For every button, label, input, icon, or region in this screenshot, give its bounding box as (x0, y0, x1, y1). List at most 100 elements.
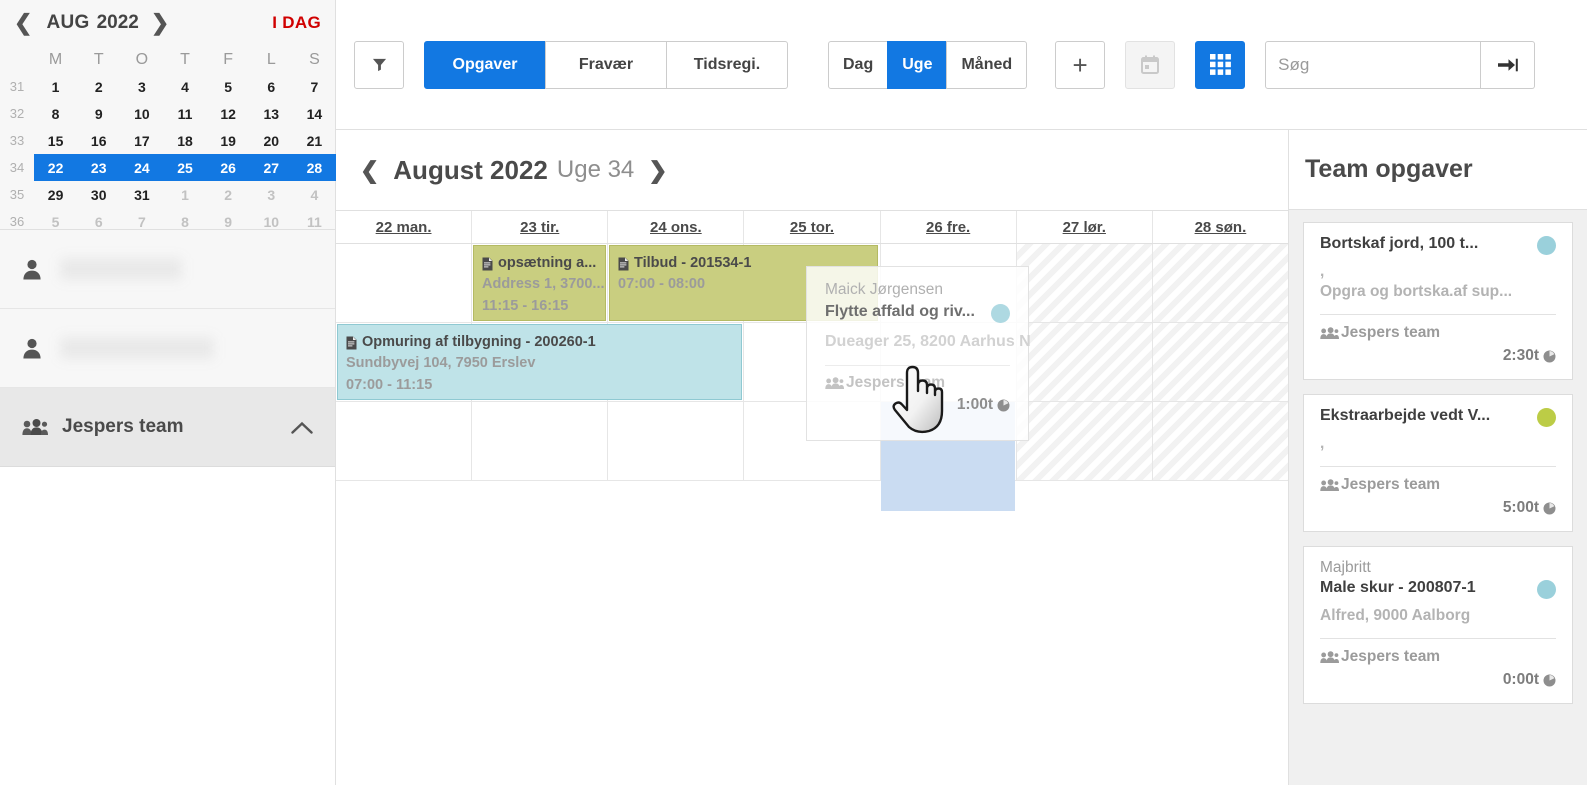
mini-calendar-day[interactable]: 2 (77, 73, 120, 100)
mini-calendar-week-row[interactable]: 311234567 (0, 73, 336, 100)
mini-calendar-day[interactable]: 10 (120, 100, 163, 127)
day-header-0[interactable]: 22 man. (336, 211, 472, 243)
day-header-1[interactable]: 23 tir. (472, 211, 608, 243)
week-number-cell[interactable]: 35 (0, 181, 34, 208)
mini-calendar-day[interactable]: 7 (293, 73, 336, 100)
mini-calendar-week-row[interactable]: 32891011121314 (0, 100, 336, 127)
mini-calendar-day[interactable]: 16 (77, 127, 120, 154)
mini-calendar-day[interactable]: 3 (120, 73, 163, 100)
team-task-card[interactable]: Ekstraarbejde vedt V...,Jespers team5:00… (1303, 394, 1573, 532)
mini-calendar-day[interactable]: 6 (250, 73, 293, 100)
calendar-event[interactable]: opsætning a...Address 1, 3700...11:15 - … (473, 245, 606, 321)
mini-calendar-day[interactable]: 13 (250, 100, 293, 127)
mini-calendar-day[interactable]: 28 (293, 154, 336, 181)
mini-calendar-day[interactable]: 1 (34, 73, 77, 100)
mini-calendar-day[interactable]: 5 (207, 73, 250, 100)
mini-calendar-week-row[interactable]: 3422232425262728 (0, 154, 336, 181)
mini-calendar-week-row[interactable]: 3315161718192021 (0, 127, 336, 154)
calendar-cell[interactable] (881, 402, 1017, 480)
mini-calendar-day[interactable]: 22 (34, 154, 77, 181)
mini-calendar-day[interactable]: 18 (163, 127, 206, 154)
next-week-icon[interactable]: ❯ (648, 157, 667, 184)
mini-calendar-day[interactable]: 31 (120, 181, 163, 208)
prev-week-icon[interactable]: ❮ (360, 157, 379, 184)
view-m-ned[interactable]: Måned (946, 41, 1027, 89)
team-task-card[interactable]: Bortskaf jord, 100 t...,Opgra og bortska… (1303, 222, 1573, 380)
mini-calendar-day[interactable]: 3 (250, 181, 293, 208)
mini-calendar-day[interactable]: 26 (207, 154, 250, 181)
view-dag[interactable]: Dag (828, 41, 888, 89)
calendar-cell[interactable] (608, 402, 744, 480)
resource-row[interactable] (0, 230, 335, 309)
mini-calendar-day[interactable]: 9 (77, 100, 120, 127)
tab-tidsregi[interactable]: Tidsregi. (666, 41, 788, 89)
week-navigation-bar: ❮ August 2022 Uge 34 ❯ (336, 130, 1288, 210)
resource-row[interactable] (0, 309, 335, 388)
mini-calendar-year: 2022 (97, 12, 139, 34)
week-number-cell[interactable]: 31 (0, 73, 34, 100)
mini-calendar-day[interactable]: 8 (34, 100, 77, 127)
today-button[interactable]: I DAG (272, 13, 321, 33)
chevron-left-icon[interactable]: ❮ (12, 12, 34, 34)
day-header-5[interactable]: 27 lør. (1017, 211, 1153, 243)
day-header-3[interactable]: 25 tor. (744, 211, 880, 243)
calendar-cell[interactable] (1017, 402, 1153, 480)
mini-calendar-day[interactable]: 27 (250, 154, 293, 181)
mini-calendar-day[interactable]: 2 (207, 181, 250, 208)
calendar-cell[interactable] (744, 402, 880, 480)
calendar-cell[interactable] (744, 323, 880, 401)
search-input[interactable] (1265, 41, 1481, 89)
tab-opgaver[interactable]: Opgaver (424, 41, 546, 89)
calendar-cell[interactable] (1153, 323, 1288, 401)
calendar-cell[interactable] (1017, 323, 1153, 401)
day-header-4[interactable]: 26 fre. (881, 211, 1017, 243)
mini-calendar-day[interactable]: 30 (77, 181, 120, 208)
calendar-picker-button[interactable] (1125, 41, 1175, 89)
mini-calendar-day[interactable]: 4 (163, 73, 206, 100)
calendar-event[interactable]: Tilbud - 201534-107:00 - 08:00 (609, 245, 878, 321)
tab-frav-r[interactable]: Fravær (545, 41, 667, 89)
mini-calendar-day[interactable]: 12 (207, 100, 250, 127)
mini-calendar-day[interactable]: 4 (293, 181, 336, 208)
search-submit-button[interactable] (1481, 41, 1535, 89)
calendar-event[interactable]: Opmuring af tilbygning - 200260-1Sundbyv… (337, 324, 742, 400)
mini-calendar-day[interactable]: 11 (163, 100, 206, 127)
add-button[interactable]: + (1055, 41, 1105, 89)
mini-calendar-day[interactable]: 14 (293, 100, 336, 127)
week-number-cell[interactable]: 34 (0, 154, 34, 181)
mini-calendar-day[interactable]: 21 (293, 127, 336, 154)
team-group-row[interactable]: Jespers team (0, 388, 335, 467)
mini-calendar-day[interactable]: 17 (120, 127, 163, 154)
calendar-cell[interactable] (881, 323, 1017, 401)
calendar-cell[interactable] (472, 402, 608, 480)
day-header-2[interactable]: 24 ons. (608, 211, 744, 243)
event-hours: 07:00 - 08:00 (618, 274, 869, 295)
chevron-up-icon[interactable] (291, 421, 313, 434)
mini-calendar-day[interactable]: 24 (120, 154, 163, 181)
mini-calendar-day[interactable]: 15 (34, 127, 77, 154)
calendar-cell[interactable] (336, 244, 472, 322)
mini-calendar-week-row[interactable]: 352930311234 (0, 181, 336, 208)
mini-calendar-day[interactable]: 29 (34, 181, 77, 208)
clock-icon (1543, 350, 1556, 363)
grid-view-button[interactable] (1195, 41, 1245, 89)
calendar-cell[interactable] (881, 244, 1017, 322)
calendar-cell[interactable] (1153, 402, 1288, 480)
task-team-label: Jespers team (1341, 476, 1440, 494)
chevron-right-icon[interactable]: ❯ (149, 12, 171, 34)
mini-calendar-day[interactable]: 23 (77, 154, 120, 181)
mini-calendar-day[interactable]: 25 (163, 154, 206, 181)
week-number-cell[interactable]: 32 (0, 100, 34, 127)
week-number-cell[interactable]: 33 (0, 127, 34, 154)
funnel-icon (372, 57, 387, 72)
mini-calendar-day[interactable]: 20 (250, 127, 293, 154)
mini-calendar-day[interactable]: 1 (163, 181, 206, 208)
team-task-card[interactable]: MajbrittMale skur - 200807-1Alfred, 9000… (1303, 546, 1573, 704)
calendar-cell[interactable] (1017, 244, 1153, 322)
view-uge[interactable]: Uge (887, 41, 947, 89)
calendar-cell[interactable] (336, 402, 472, 480)
mini-calendar-day[interactable]: 19 (207, 127, 250, 154)
day-header-6[interactable]: 28 søn. (1153, 211, 1288, 243)
calendar-cell[interactable] (1153, 244, 1288, 322)
filter-button[interactable] (354, 41, 404, 89)
